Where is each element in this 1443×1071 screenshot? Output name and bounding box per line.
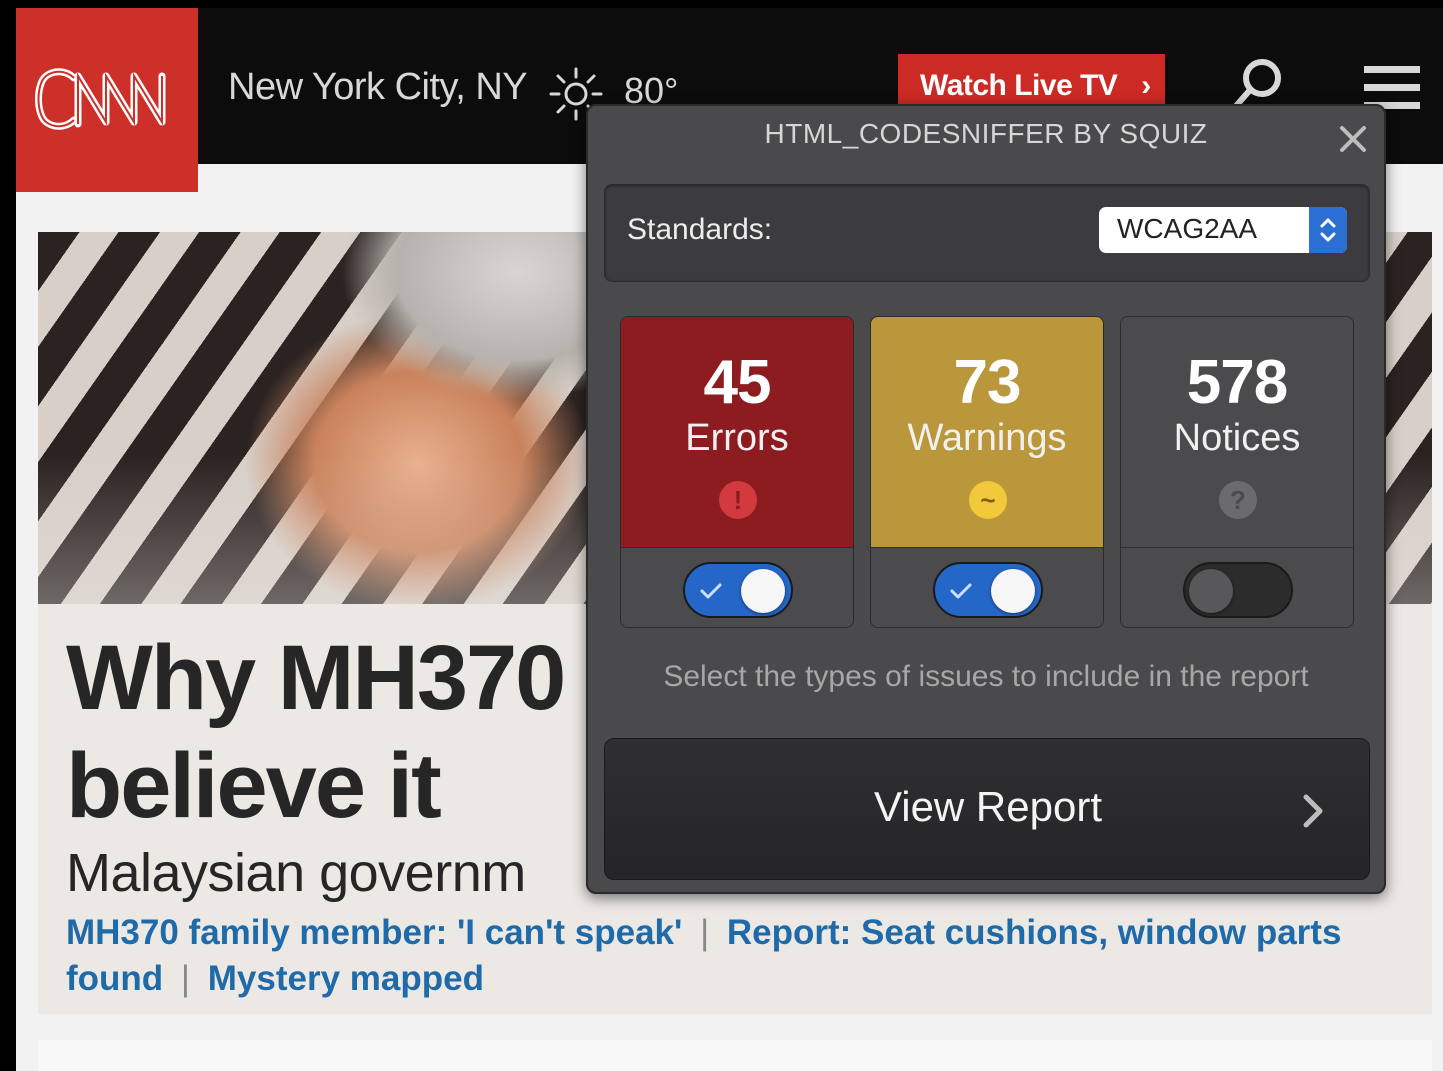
warnings-card: 73 Warnings ~ — [870, 316, 1104, 628]
warnings-toggle[interactable] — [933, 562, 1043, 618]
codesniffer-panel: HTML_CODESNIFFER BY SQUIZ Standards: WCA… — [586, 104, 1386, 894]
notices-toggle-row — [1121, 547, 1353, 627]
related-link[interactable]: MH370 family member: 'I can't speak' — [66, 913, 682, 952]
issue-types-hint: Select the types of issues to include in… — [663, 660, 1309, 693]
notices-summary: 578 Notices ? — [1121, 317, 1353, 547]
errors-count: 45 — [703, 348, 772, 417]
warnings-label: Warnings — [907, 417, 1067, 459]
view-report-label: View Report — [873, 783, 1102, 830]
standards-select[interactable]: WCAG2AA — [1099, 207, 1347, 253]
select-arrows-icon — [1309, 207, 1347, 253]
watch-live-tv-button[interactable]: Watch Live TV › — [898, 54, 1165, 108]
warnings-count: 73 — [953, 348, 1022, 417]
toggle-knob — [741, 569, 785, 613]
notices-toggle[interactable] — [1183, 562, 1293, 618]
cnn-logo-mark — [35, 68, 166, 130]
toggle-knob — [991, 569, 1035, 613]
standards-label: Standards: — [627, 213, 773, 246]
link-separator: | — [180, 959, 191, 998]
toggle-knob — [1189, 569, 1233, 613]
panel-title: HTML_CODESNIFFER BY SQUIZ — [764, 118, 1208, 149]
standards-row: Standards: WCAG2AA — [604, 184, 1370, 282]
next-story-card — [38, 1040, 1432, 1071]
notice-icon: ? — [1219, 481, 1257, 519]
hero-subhead: Malaysian governm — [66, 843, 526, 903]
related-links: MH370 family member: 'I can't speak' | R… — [66, 910, 1366, 1002]
warning-icon: ~ — [969, 481, 1007, 519]
watch-live-label: Watch Live TV — [920, 69, 1118, 102]
notices-count: 578 — [1186, 348, 1288, 417]
errors-card: 45 Errors ! — [620, 316, 854, 628]
link-separator: | — [700, 913, 710, 952]
cnn-logo[interactable] — [16, 8, 198, 192]
check-icon — [950, 583, 972, 599]
close-icon[interactable] — [1338, 124, 1368, 154]
error-icon: ! — [719, 481, 757, 519]
location-label[interactable]: New York City, NY — [228, 66, 528, 109]
notices-card: 578 Notices ? — [1120, 316, 1354, 628]
view-report-button[interactable]: View Report — [604, 738, 1370, 880]
errors-label: Errors — [685, 417, 789, 459]
errors-toggle-row — [621, 547, 853, 627]
standards-value: WCAG2AA — [1117, 213, 1258, 244]
chevron-right-icon — [1303, 794, 1323, 828]
warnings-toggle-row — [871, 547, 1103, 627]
check-icon — [700, 583, 722, 599]
related-link[interactable]: Mystery mapped — [208, 959, 484, 998]
chevron-right-icon: › — [1141, 69, 1151, 102]
errors-summary: 45 Errors ! — [621, 317, 853, 547]
issue-type-cards: 45 Errors ! 73 Warnings ~ 578 Notices ? — [620, 316, 1356, 628]
errors-toggle[interactable] — [683, 562, 793, 618]
warnings-summary: 73 Warnings ~ — [871, 317, 1103, 547]
notices-label: Notices — [1173, 417, 1301, 459]
